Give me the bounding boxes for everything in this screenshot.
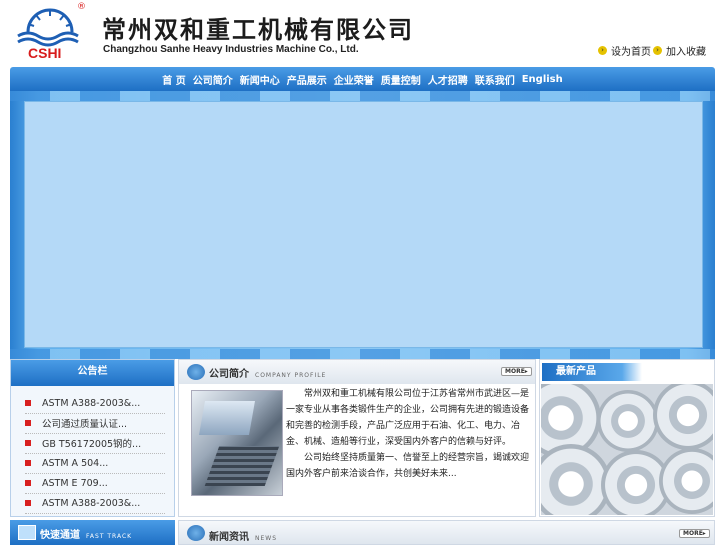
profile-paragraph-1: 常州双和重工机械有限公司位于江苏省常州市武进区—是一家专业从事各类锻件生产的企业… bbox=[286, 389, 530, 447]
profile-title-text: 公司简介 bbox=[209, 369, 249, 380]
laptop-keyboard bbox=[204, 446, 280, 486]
notice-item-label: ASTM A388-2003&... bbox=[42, 397, 141, 409]
notice-item-label: ASTM E 709... bbox=[42, 477, 108, 489]
latest-products-panel: 最新产品 bbox=[539, 359, 715, 517]
bullet-icon bbox=[25, 440, 31, 446]
news-more-button[interactable]: MORE▸ bbox=[679, 529, 710, 538]
company-name-cn: 常州双和重工机械有限公司 bbox=[102, 16, 414, 44]
logo-text: CSHI bbox=[28, 45, 62, 61]
news-icon bbox=[187, 525, 205, 541]
nav-item-news[interactable]: 新闻中心 bbox=[240, 72, 280, 87]
notice-item-label: 公司通过质量认证... bbox=[42, 419, 128, 430]
arrow-bullet-icon: › bbox=[653, 46, 662, 55]
notice-item[interactable]: ASTM E 709... bbox=[25, 473, 165, 494]
notice-item-label: ASTM A 504... bbox=[42, 457, 109, 469]
nav-item-quality[interactable]: 质量控制 bbox=[381, 72, 421, 87]
notice-item[interactable]: GB T56172005钢的... bbox=[25, 433, 165, 454]
flange-image bbox=[597, 390, 659, 452]
notice-item[interactable]: ASTM A388-2003&... bbox=[25, 393, 165, 414]
nav-item-home[interactable]: 首 页 bbox=[162, 72, 185, 87]
nav-item-honors[interactable]: 企业荣誉 bbox=[334, 72, 374, 87]
notice-item[interactable]: ASTM A 504... bbox=[25, 453, 165, 474]
profile-subtitle: COMPANY PROFILE bbox=[255, 372, 327, 379]
bullet-icon bbox=[25, 480, 31, 486]
nav-item-profile[interactable]: 公司简介 bbox=[193, 72, 233, 87]
notice-panel: 公告栏 ASTM A388-2003&... 公司通过质量认证... GB T5… bbox=[10, 359, 175, 517]
set-homepage-label: 设为首页 bbox=[611, 47, 651, 58]
news-subtitle: NEWS bbox=[255, 535, 278, 542]
bullet-icon bbox=[25, 500, 31, 506]
nav-item-english[interactable]: English bbox=[522, 74, 563, 85]
news-title-text: 新闻资讯 bbox=[209, 532, 249, 543]
banner-top-border bbox=[10, 91, 715, 101]
nav-item-jobs[interactable]: 人才招聘 bbox=[428, 72, 468, 87]
add-favorite-link[interactable]: › 加入收藏 bbox=[653, 43, 706, 58]
laptop-screen bbox=[199, 401, 255, 435]
banner bbox=[10, 91, 715, 359]
products-title: 最新产品 bbox=[542, 363, 642, 381]
fast-track-title-text: 快速通道 bbox=[40, 530, 80, 541]
news-title: 新闻资讯 NEWS bbox=[209, 528, 277, 543]
set-homepage-link[interactable]: › 设为首页 bbox=[598, 43, 651, 58]
product-photo[interactable] bbox=[541, 384, 713, 515]
bullet-icon bbox=[25, 400, 31, 406]
banner-bottom-border bbox=[10, 349, 715, 359]
profile-title: 公司简介 COMPANY PROFILE bbox=[209, 365, 326, 380]
laptop-photo bbox=[191, 390, 283, 496]
nav-item-contact[interactable]: 联系我们 bbox=[475, 72, 515, 87]
fast-track-header: 快速通道 FAST TRACK bbox=[10, 520, 175, 545]
banner-image-area bbox=[24, 101, 703, 348]
bullet-icon bbox=[25, 420, 31, 426]
flange-image bbox=[653, 384, 713, 450]
notice-item[interactable]: ASTM A388-2003&... bbox=[25, 493, 165, 514]
notice-item[interactable]: 公司通过质量认证... bbox=[25, 413, 165, 434]
notice-item-label: GB T56172005钢的... bbox=[42, 439, 142, 450]
notice-item-label: ASTM A388-2003&... bbox=[42, 497, 141, 509]
profile-more-button[interactable]: MORE▸ bbox=[501, 367, 532, 376]
arrow-bullet-icon: › bbox=[598, 46, 607, 55]
profile-paragraph-2: 公司始终坚持质量第一、信誉至上的经营宗旨，竭诚欢迎国内外客户前来洽谈合作，共创美… bbox=[286, 453, 530, 479]
company-logo[interactable]: CSHI ® bbox=[14, 2, 86, 64]
monitor-icon bbox=[18, 525, 36, 540]
company-name-en: Changzhou Sanhe Heavy Industries Machine… bbox=[103, 44, 359, 55]
notice-title: 公告栏 bbox=[11, 360, 174, 386]
profile-text: 常州双和重工机械有限公司位于江苏省常州市武进区—是一家专业从事各类锻件生产的企业… bbox=[286, 386, 530, 482]
profile-header: 公司简介 COMPANY PROFILE MORE▸ bbox=[179, 360, 535, 384]
bullet-icon bbox=[25, 460, 31, 466]
fast-track-subtitle: FAST TRACK bbox=[86, 533, 133, 540]
add-favorite-label: 加入收藏 bbox=[666, 47, 706, 58]
company-profile-panel: 公司简介 COMPANY PROFILE MORE▸ 常州双和重工机械有限公司位于… bbox=[178, 359, 536, 517]
fast-track-title: 快速通道 FAST TRACK bbox=[40, 526, 132, 541]
registered-mark: ® bbox=[77, 2, 86, 12]
news-panel: 新闻资讯 NEWS MORE▸ bbox=[178, 520, 715, 545]
people-icon bbox=[187, 364, 205, 380]
main-nav: 首 页 公司简介 新闻中心 产品展示 企业荣誉 质量控制 人才招聘 联系我们 E… bbox=[10, 67, 715, 91]
nav-item-products[interactable]: 产品展示 bbox=[287, 72, 327, 87]
flange-image bbox=[659, 448, 713, 514]
